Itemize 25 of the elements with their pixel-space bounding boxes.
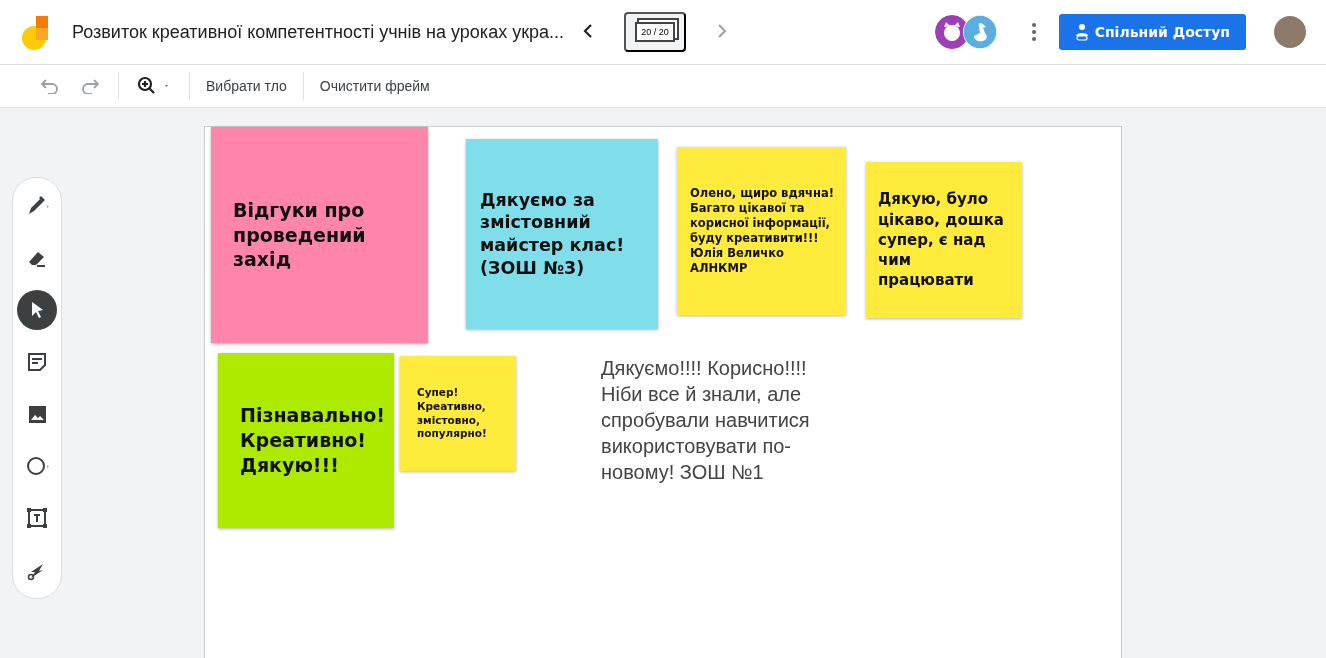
note-text: Відгуки про проведений захід [233, 197, 367, 273]
toolbar-button[interactable]: Очистити фрейм [311, 72, 438, 100]
note-text: Дякую, було цікаво, дошка супер, є над чим працювати [878, 189, 1005, 291]
tool-button[interactable] [17, 290, 57, 330]
chevron-right-icon [716, 23, 729, 39]
canvas-text: Дякуємо!!!! Корисно!!!! Ніби все й знали, але спробували навчитися використовувати по-новому! ЗОШ №1 [601, 356, 811, 485]
more-options-icon[interactable] [1030, 22, 1037, 42]
note-text: Супер! Креативно, змістовно, популярно! [417, 386, 488, 441]
note-text: Олено, щиро вдячна! Багато цікавої та корисної інформації, буду креативити!!! Юлія Величко АЛНКМР [690, 186, 835, 276]
app-logo [22, 14, 50, 50]
note-text: Пізнавально! Креативно! Дякую!!! [240, 403, 386, 478]
text-box-icon [25, 506, 49, 530]
note-text: Дякуємо за змістовний майстер клас! (ЗОШ №3) [480, 188, 626, 280]
undo-icon [40, 78, 60, 94]
user-avatar[interactable] [1274, 16, 1306, 48]
frame-switcher[interactable]: 20 / 20 [624, 12, 687, 52]
circle-icon [25, 454, 49, 478]
redo-icon [80, 78, 100, 94]
sticky-note-icon [25, 350, 49, 374]
chevron-left-icon [582, 23, 595, 39]
document-title[interactable]: Розвиток креативної компетентності учнів на уроках укра... [72, 21, 565, 43]
toolbar-button[interactable]: Вибрати тло [198, 72, 295, 100]
person-link-icon [1074, 23, 1089, 41]
share-button[interactable]: Спільний Доступ [1058, 14, 1246, 50]
zoom-in-icon [137, 76, 171, 96]
